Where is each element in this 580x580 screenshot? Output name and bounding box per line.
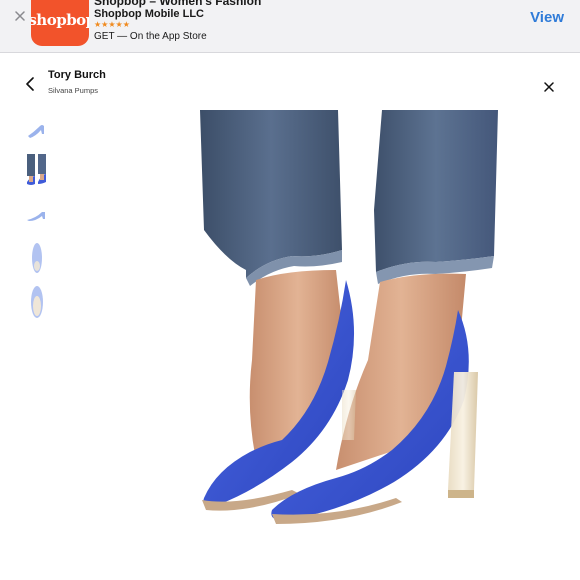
thumbnail-top-view[interactable] — [22, 240, 52, 276]
app-logo: shopbop — [31, 0, 89, 46]
shoe-thumbnail-image — [32, 243, 42, 273]
app-store-get-text: GET — On the App Store — [94, 31, 207, 42]
thumbnail-sole-view[interactable] — [22, 284, 52, 320]
product-name: Silvana Pumps — [48, 86, 99, 95]
shoe-thumbnail-image — [31, 286, 43, 318]
product-brand: Tory Burch — [48, 69, 106, 81]
banner-close-button[interactable] — [10, 6, 30, 26]
shoe-thumbnail-image — [27, 212, 45, 221]
thumbnail-side-view[interactable] — [22, 114, 52, 150]
shoe-thumbnail-image — [28, 125, 44, 138]
thumbnail-profile-view[interactable] — [22, 198, 52, 234]
thumbnail-on-model[interactable] — [22, 154, 52, 190]
app-store-banner: shopbop Shopbop – Women's Fashion Shopbo… — [0, 0, 580, 53]
view-button[interactable]: View — [530, 9, 564, 26]
close-button[interactable] — [542, 80, 556, 94]
product-main-image[interactable] — [196, 110, 498, 524]
close-icon — [544, 82, 554, 92]
chevron-left-icon — [26, 77, 34, 91]
app-logo-text: shopbop — [31, 11, 89, 29]
back-button[interactable] — [20, 74, 40, 94]
shoe-on-model-image — [200, 110, 498, 524]
app-developer: Shopbop Mobile LLC — [94, 8, 204, 20]
app-title: Shopbop – Women's Fashion — [94, 0, 262, 8]
app-rating-stars: ★★★★★ — [94, 20, 130, 29]
close-icon — [15, 11, 25, 21]
shoe-thumbnail-image — [27, 154, 46, 185]
